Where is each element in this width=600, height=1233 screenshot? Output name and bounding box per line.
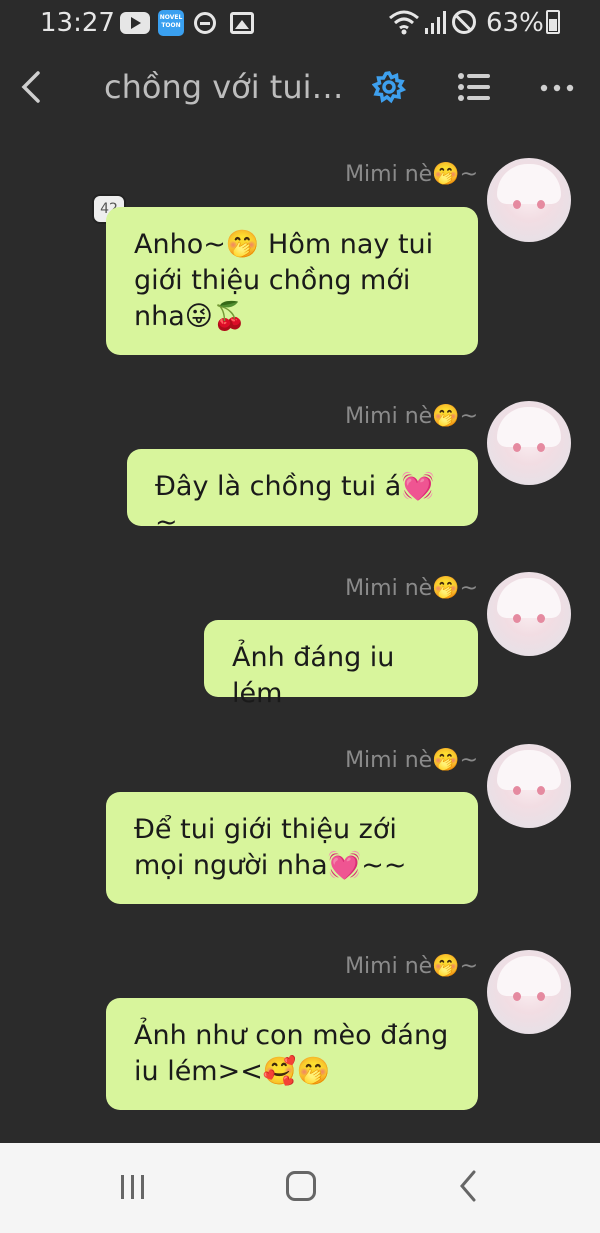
do-not-disturb-icon (194, 12, 216, 34)
nav-back-icon[interactable] (458, 1169, 478, 1203)
sender-name: Mimi nè🤭~ (345, 404, 478, 429)
list-icon[interactable] (458, 72, 490, 102)
sender-name: Mimi nè🤭~ (345, 954, 478, 979)
chat-header: chồng với tui đ... (0, 48, 600, 128)
back-icon[interactable] (20, 70, 42, 104)
message-bubble[interactable]: Ảnh như con mèo đáng iu lém><🥰🤭 (106, 998, 478, 1110)
gear-icon[interactable] (372, 70, 406, 104)
avatar[interactable] (487, 158, 571, 242)
status-bar: 13:27 NOVEL TOON 63% (0, 0, 600, 48)
wifi-icon (389, 10, 419, 35)
youtube-icon (120, 12, 150, 34)
gallery-icon (230, 12, 254, 34)
avatar[interactable] (487, 572, 571, 656)
battery-icon (546, 10, 560, 34)
recent-apps-icon[interactable] (118, 1173, 148, 1201)
signal-icon (425, 11, 446, 34)
sender-name: Mimi nè🤭~ (345, 576, 478, 601)
noveltoon-icon: NOVEL TOON (158, 10, 184, 36)
avatar[interactable] (487, 401, 571, 485)
sender-name: Mimi nè🤭~ (345, 748, 478, 773)
avatar[interactable] (487, 744, 571, 828)
more-icon[interactable] (540, 84, 574, 92)
message-bubble[interactable]: Anho~🤭 Hôm nay tui giới thiệu chồng mới … (106, 207, 478, 355)
home-icon[interactable] (286, 1171, 316, 1201)
message-bubble[interactable]: Ảnh đáng iu lém (204, 620, 478, 709)
chat-title[interactable]: chồng với tui đ... (104, 68, 350, 106)
battery-percent: 63% (486, 8, 544, 38)
message-bubble[interactable]: Để tui giới thiệu zới mọi người nha💓~~ (106, 792, 478, 904)
avatar[interactable] (487, 950, 571, 1034)
no-sim-icon (452, 10, 476, 34)
system-nav-bar (0, 1143, 600, 1233)
sender-name: Mimi nè🤭~ (345, 162, 478, 187)
status-time: 13:27 (40, 8, 115, 38)
message-bubble[interactable]: Đây là chồng tui á💓~ (127, 449, 478, 538)
